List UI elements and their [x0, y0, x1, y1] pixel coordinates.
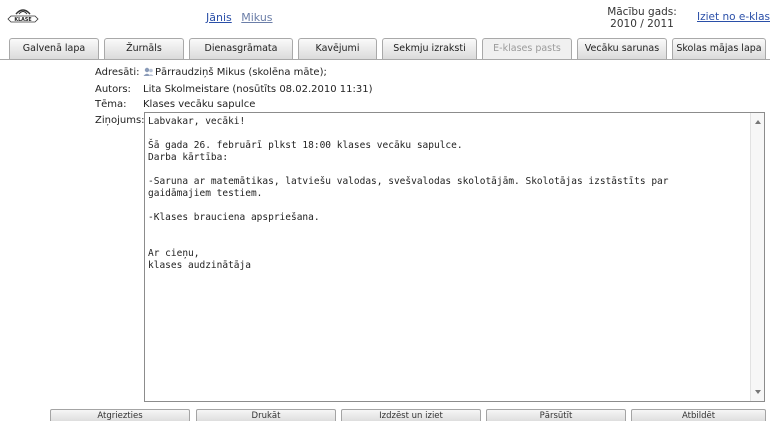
- subject-label: Tēma:: [95, 99, 127, 110]
- school-year: Mācību gads: 2010 / 2011: [599, 6, 685, 30]
- school-year-value: 2010 / 2011: [610, 18, 674, 30]
- print-button[interactable]: Drukāt: [196, 409, 336, 421]
- school-year-label: Mācību gads:: [607, 6, 677, 18]
- reply-button[interactable]: Atbildēt: [631, 409, 766, 421]
- tab-galvena-lapa[interactable]: Galvenā lapa: [9, 38, 99, 60]
- main-tabs: Galvenā lapa Žurnāls Dienasgrāmata Kavēj…: [0, 38, 770, 60]
- svg-text:KLASE: KLASE: [14, 17, 31, 23]
- tab-kavejumi[interactable]: Kavējumi: [298, 38, 377, 60]
- message-scrollbar[interactable]: [750, 113, 764, 401]
- user-last-name-link[interactable]: Mikus: [241, 11, 272, 24]
- recipients-label: Adresāti:: [95, 67, 140, 78]
- user-first-name-link[interactable]: Jānis: [206, 11, 232, 24]
- message-body[interactable]: Labvakar, vecāki! Šā gada 26. februārī p…: [144, 112, 765, 402]
- subject-value: Klases vecāku sapulce: [143, 99, 256, 110]
- body-row: Ziņojums:: [95, 115, 145, 126]
- scroll-down-icon[interactable]: [755, 390, 761, 394]
- tab-sekmju-izraksti[interactable]: Sekmju izraksti: [382, 38, 477, 60]
- back-button[interactable]: Atgriezties: [50, 409, 190, 421]
- delete-and-exit-button[interactable]: Izdzēst un iziet: [341, 409, 481, 421]
- recipients-row: Adresāti: Pārraudziņš Mikus (skolēna māte…: [95, 67, 327, 78]
- klase-logo-icon[interactable]: KLASE: [6, 5, 40, 27]
- body-label: Ziņojums:: [95, 115, 145, 126]
- author-label: Autors:: [95, 84, 131, 95]
- recipients-value: Pārraudziņš Mikus (skolēna māte);: [155, 67, 327, 78]
- author-value: Lita Skolmeistare (nosūtīts 08.02.2010 1…: [143, 84, 373, 95]
- logout-link[interactable]: Iziet no e-klases: [697, 11, 770, 23]
- author-row: Autors: Lita Skolmeistare (nosūtīts 08.02…: [95, 84, 372, 95]
- tab-zurnals[interactable]: Žurnāls: [104, 38, 184, 60]
- scroll-up-icon[interactable]: [755, 120, 761, 124]
- tabs-divider: [0, 59, 770, 60]
- message-body-text: Labvakar, vecāki! Šā gada 26. februārī p…: [148, 116, 669, 271]
- user-name: Jānis Mikus: [206, 11, 279, 24]
- tab-vecaku-sarunas[interactable]: Vecāku sarunas: [577, 38, 667, 60]
- forward-button[interactable]: Pārsūtīt: [486, 409, 626, 421]
- top-bar: KLASE Jānis Mikus Mācību gads: 2010 / 20…: [0, 0, 770, 38]
- tab-e-klases-pasts[interactable]: E-klases pasts: [482, 38, 572, 60]
- tab-skolas-majas-lapa[interactable]: Skolas mājas lapa: [672, 38, 766, 60]
- tab-dienasgramata[interactable]: Dienasgrāmata: [189, 38, 293, 60]
- parent-user-icon: [143, 67, 154, 76]
- subject-row: Tēma: Klases vecāku sapulce: [95, 99, 255, 110]
